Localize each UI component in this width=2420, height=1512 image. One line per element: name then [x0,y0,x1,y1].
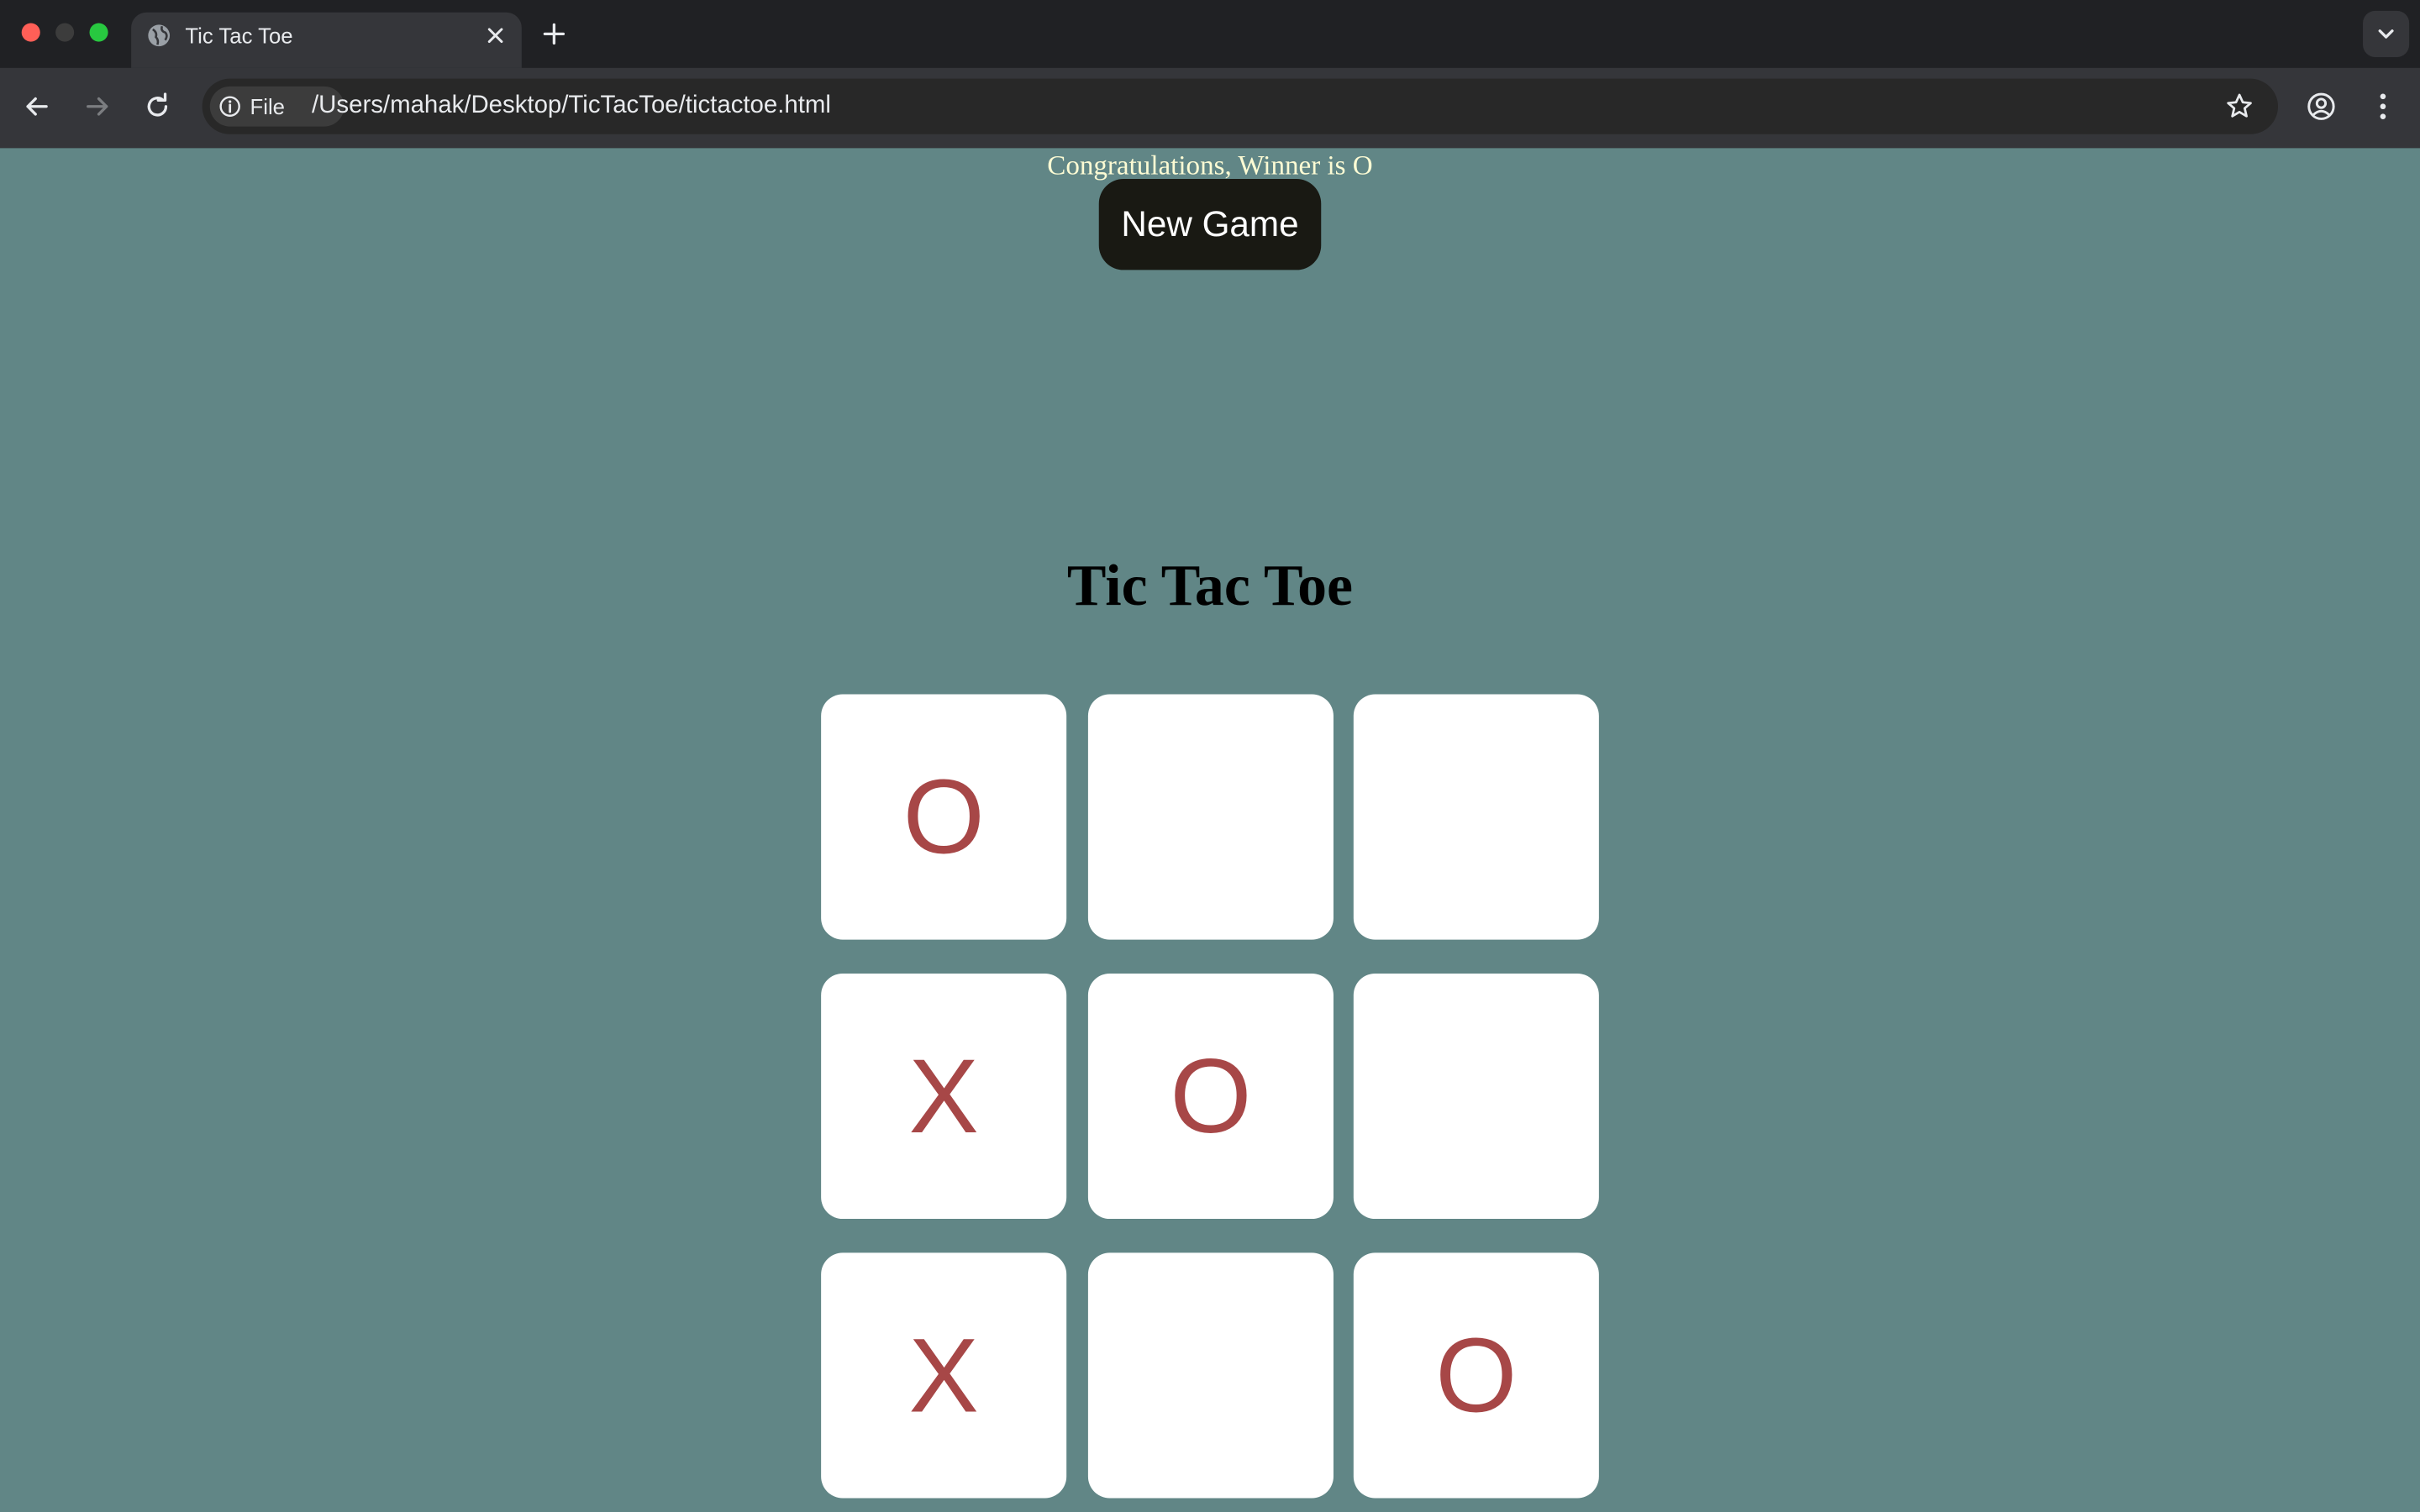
bookmark-star-icon[interactable] [2224,91,2255,122]
reload-icon[interactable] [142,91,173,122]
more-menu-icon[interactable] [2368,91,2399,122]
winner-message: Congratulations, Winner is O [1047,150,1373,181]
board-cell-8[interactable] [1087,1252,1334,1499]
window-close-button[interactable] [21,23,40,42]
chevron-down-icon [2378,29,2394,39]
board-cell-6[interactable] [1353,973,1599,1220]
info-icon [219,96,240,117]
window-maximize-button[interactable] [89,23,108,42]
window-minimize-button[interactable] [55,23,75,42]
page-title: Tic Tac Toe [1066,554,1354,619]
board-cell-9[interactable]: O [1353,1252,1599,1499]
new-game-button[interactable]: New Game [1098,179,1322,270]
board-cell-3[interactable] [1353,694,1599,940]
tab-title: Tic Tac Toe [185,23,293,48]
tab-strip: Tic Tac Toe [0,0,2420,68]
browser-toolbar: File /Users/mahak/Desktop/TicTacToe/tict… [0,67,2420,149]
board-cell-1[interactable]: O [821,694,1067,940]
new-tab-icon[interactable] [540,20,568,48]
forward-arrow-icon[interactable] [82,91,113,122]
page-content: Congratulations, Winner is O New Game Ti… [0,148,2420,1512]
back-arrow-icon[interactable] [22,91,53,122]
url-text[interactable]: /Users/mahak/Desktop/TicTacToe/tictactoe… [312,92,831,120]
board-cell-5[interactable]: O [1087,973,1334,1220]
tab-tic-tac-toe[interactable]: Tic Tac Toe [131,12,522,68]
board-cell-7[interactable]: X [821,1252,1067,1499]
profile-icon[interactable] [2306,91,2337,122]
board-cell-4[interactable]: X [821,973,1067,1220]
globe-icon [148,24,171,47]
site-info-label: File [250,94,285,119]
close-tab-icon[interactable] [485,24,507,46]
address-bar[interactable]: File /Users/mahak/Desktop/TicTacToe/tict… [202,78,2279,134]
tab-search-button[interactable] [2363,10,2410,57]
game-board: O X O X O [821,694,1599,1500]
board-cell-2[interactable] [1087,694,1334,940]
browser-window: Tic Tac Toe File /Users/mahak/Desktop/Ti… [0,0,2420,1512]
